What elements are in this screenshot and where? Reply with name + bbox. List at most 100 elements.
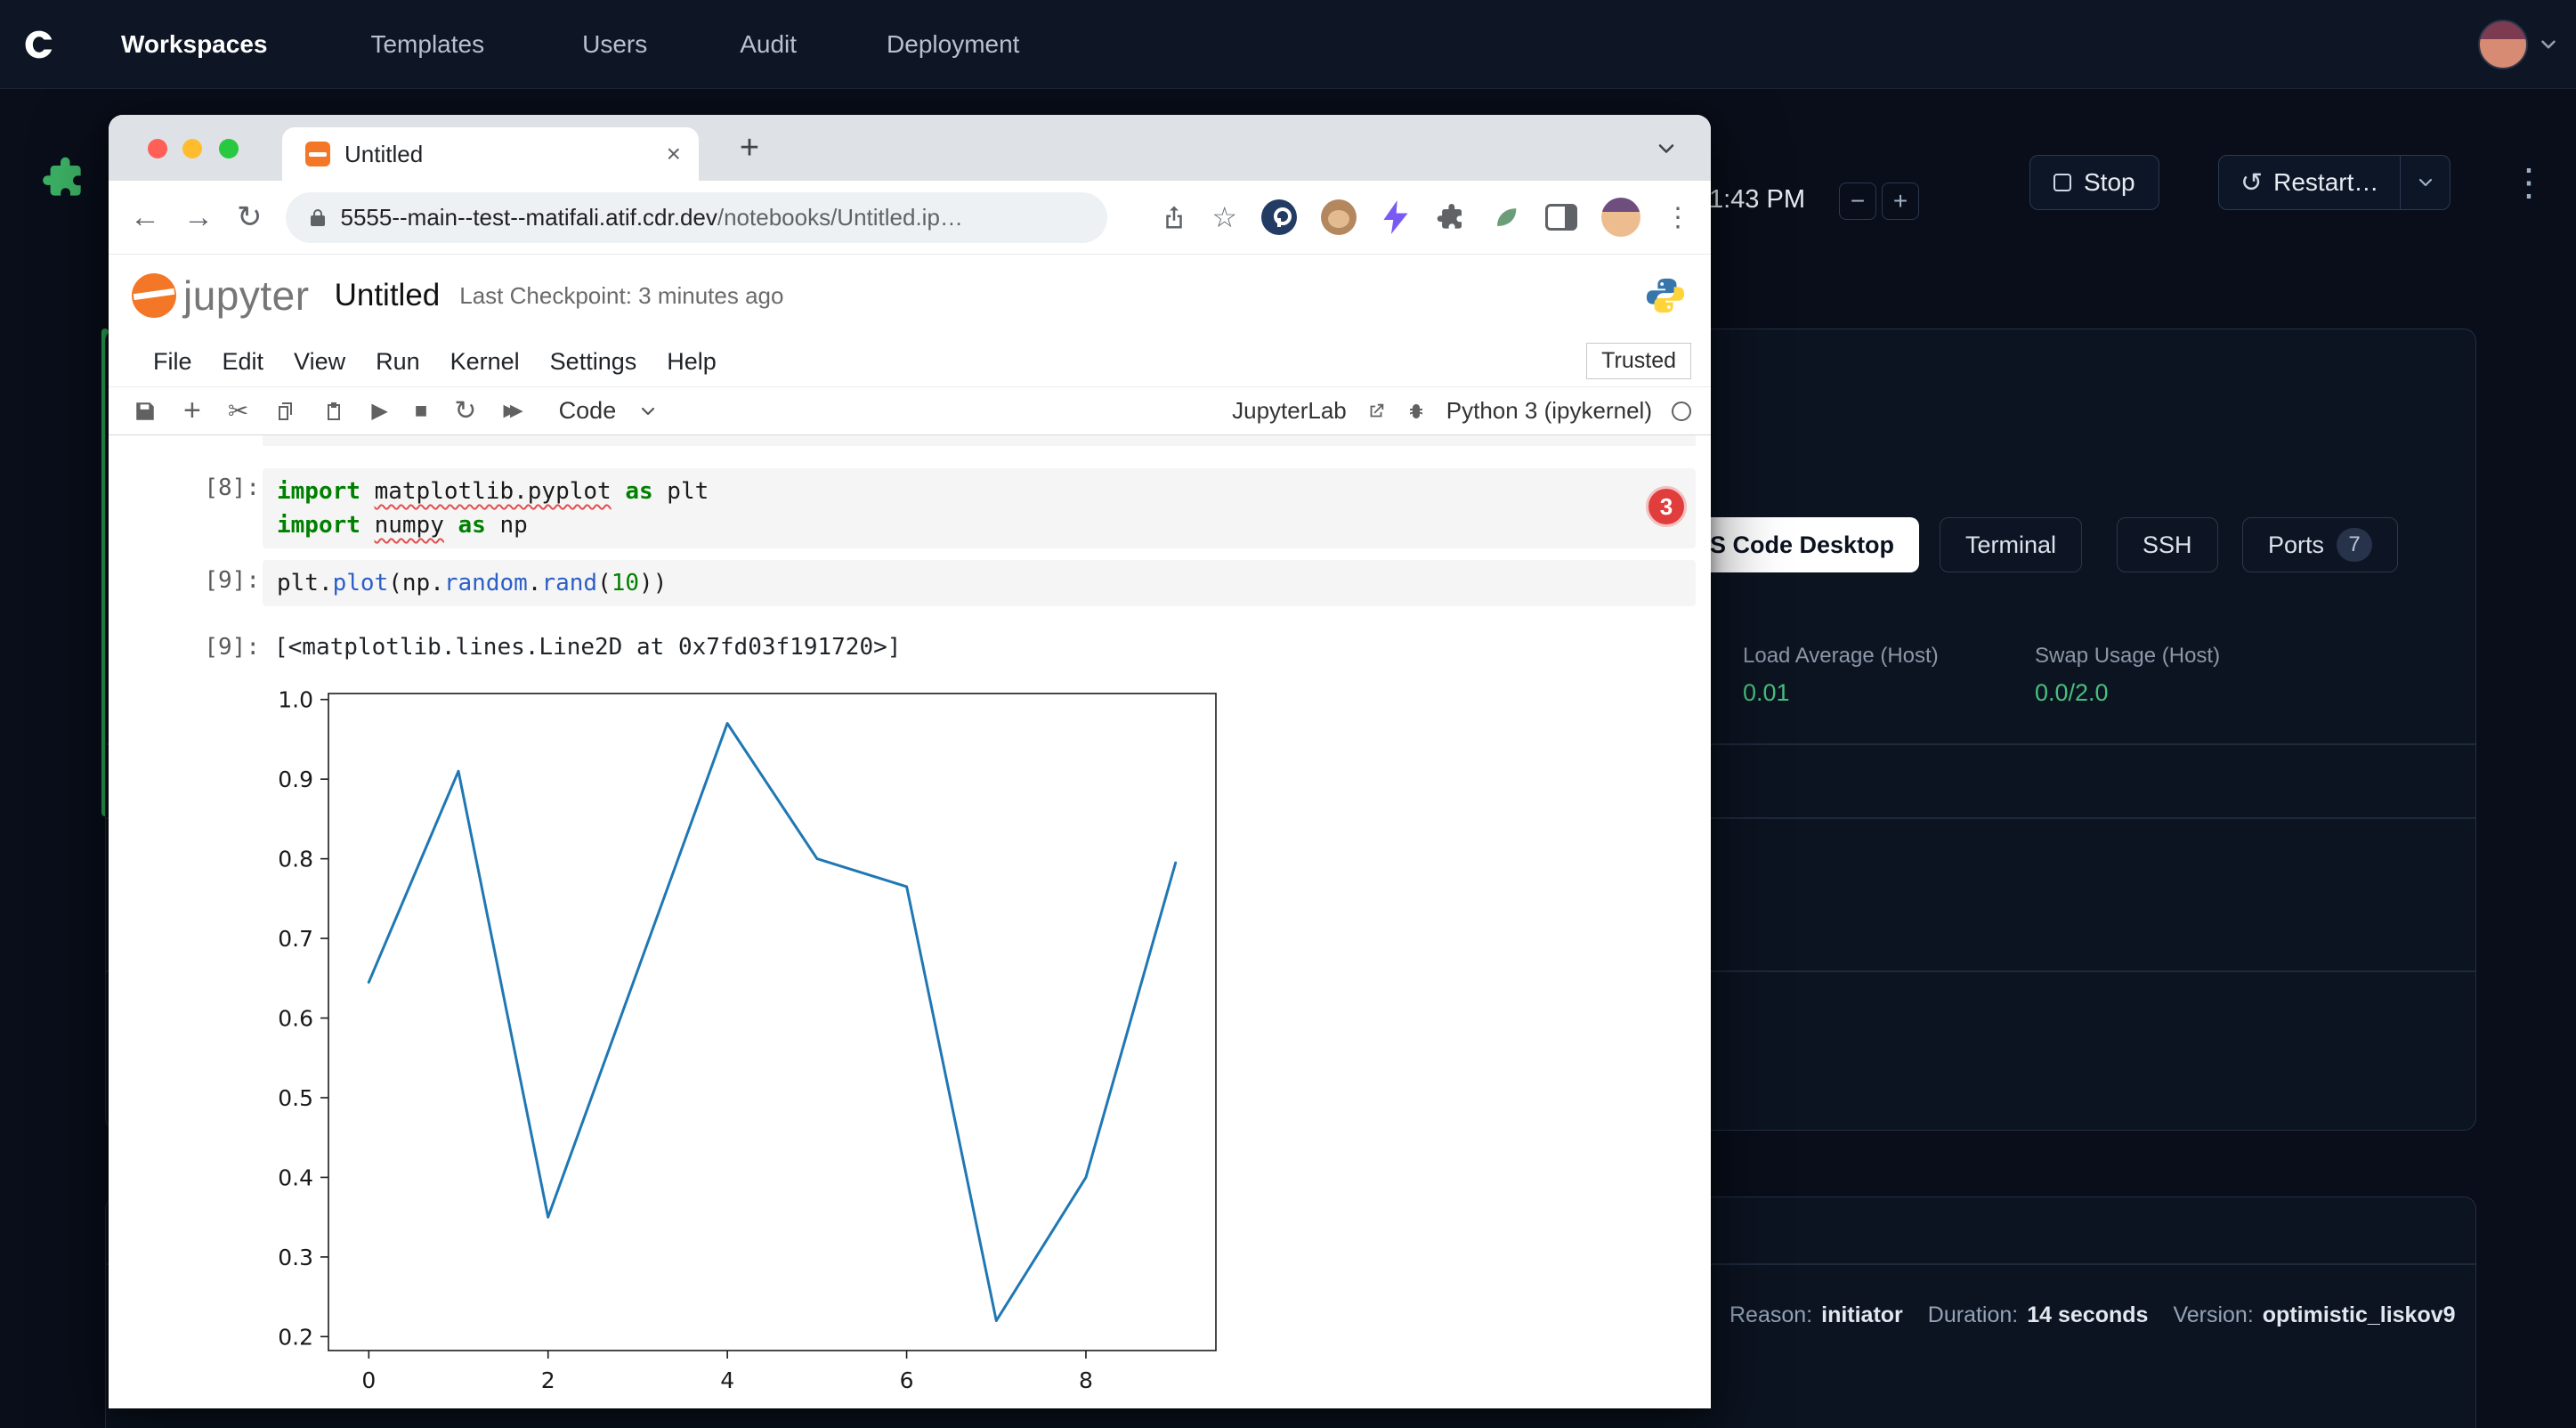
copy-cell-icon[interactable] <box>275 401 296 422</box>
svg-text:0.2: 0.2 <box>278 1324 313 1350</box>
stat-value: 0.0/2.0 <box>2035 679 2220 707</box>
decrease-time-button[interactable]: − <box>1839 183 1876 220</box>
cell-notification-badge[interactable]: 3 <box>1646 486 1687 527</box>
lightning-extension-icon[interactable] <box>1381 200 1411 234</box>
python-logo-icon <box>1645 275 1686 320</box>
input-prompt: [9]: <box>171 567 260 594</box>
primary-nav: Workspaces Templates Users Audit Deploym… <box>121 30 1019 59</box>
lock-icon <box>307 207 328 228</box>
run-cell-icon[interactable]: ▶ <box>371 398 387 424</box>
svg-text:0.5: 0.5 <box>278 1085 313 1111</box>
maximize-window-button[interactable] <box>219 139 239 158</box>
side-panel-icon[interactable] <box>1545 204 1577 231</box>
leaf-extension-icon[interactable] <box>1491 202 1521 232</box>
tab-search-chevron-icon[interactable] <box>1654 136 1679 166</box>
menu-view[interactable]: View <box>294 348 345 376</box>
input-prompt: [8]: <box>171 475 260 501</box>
stat-label: Swap Usage (Host) <box>2035 644 2220 669</box>
browser-profile-avatar[interactable] <box>1601 198 1640 237</box>
output-prompt: [9]: <box>171 634 260 661</box>
output-text: [<matplotlib.lines.Line2D at 0x7fd03f191… <box>274 634 901 661</box>
close-tab-icon[interactable]: × <box>667 140 681 168</box>
browser-tab[interactable]: Untitled × <box>282 127 699 181</box>
address-bar-row: ← → ↻ 5555--main--test--matifali.atif.cd… <box>109 181 1711 255</box>
nav-templates[interactable]: Templates <box>370 30 484 59</box>
tab-strip: Untitled × + <box>109 115 1711 181</box>
increase-time-button[interactable]: + <box>1882 183 1919 220</box>
reload-button[interactable]: ↻ <box>237 199 263 235</box>
ssh-button[interactable]: SSH <box>2117 517 2218 572</box>
jupyterlab-link[interactable]: JupyterLab <box>1232 397 1347 425</box>
bookmark-star-icon[interactable]: ☆ <box>1211 203 1237 231</box>
browser-menu-icon[interactable]: ⋮ <box>1665 202 1691 233</box>
code-cell-in8[interactable]: import matplotlib.pyplot as plt import n… <box>263 468 1696 548</box>
menu-file[interactable]: File <box>153 348 192 376</box>
monkey-extension-icon[interactable] <box>1321 199 1357 235</box>
back-button[interactable]: ← <box>130 200 160 235</box>
nav-deployment[interactable]: Deployment <box>887 30 1019 59</box>
clipped-cell <box>263 435 1696 446</box>
share-icon[interactable] <box>1161 204 1187 231</box>
stop-button[interactable]: Stop <box>2029 155 2159 210</box>
notebook-title[interactable]: Untitled <box>335 278 441 313</box>
code-line: import numpy as np <box>277 508 1681 542</box>
toolbar-right: JupyterLab Python 3 (ipykernel) <box>1232 397 1691 425</box>
extensions-puzzle-icon[interactable] <box>1435 201 1467 233</box>
tab-title: Untitled <box>344 141 667 168</box>
svg-text:4: 4 <box>720 1367 734 1393</box>
minimize-window-button[interactable] <box>182 139 202 158</box>
restart-dropdown-button[interactable] <box>2400 156 2450 209</box>
jupyter-planet-icon <box>132 273 176 318</box>
notebook-content: [8]: import matplotlib.pyplot as plt imp… <box>109 435 1711 1408</box>
run-all-icon[interactable]: ▶▶ <box>503 401 522 421</box>
onepassword-extension-icon[interactable] <box>1261 199 1297 235</box>
coder-logo-icon[interactable] <box>16 21 62 68</box>
jupyter-toolbar: + ✂ ▶ ■ ↻ ▶▶ Code JupyterLab Python 3 (i… <box>109 387 1711 435</box>
paste-cell-icon[interactable] <box>323 401 344 422</box>
nav-users[interactable]: Users <box>582 30 647 59</box>
restart-kernel-icon[interactable]: ↻ <box>454 395 476 426</box>
address-bar[interactable]: 5555--main--test--matifali.atif.cdr.dev/… <box>286 192 1107 243</box>
jupyter-favicon-icon <box>305 142 330 166</box>
new-tab-button[interactable]: + <box>732 130 767 166</box>
svg-text:0.6: 0.6 <box>278 1006 313 1032</box>
menu-settings[interactable]: Settings <box>550 348 637 376</box>
menu-run[interactable]: Run <box>376 348 420 376</box>
workspace-menu-button[interactable]: ⋮ <box>2510 164 2548 201</box>
cell-type-dropdown[interactable]: Code <box>559 397 660 425</box>
svg-text:1.0: 1.0 <box>278 687 313 713</box>
chevron-down-icon[interactable] <box>2537 33 2560 56</box>
forward-button[interactable]: → <box>183 200 214 235</box>
add-cell-icon[interactable]: + <box>183 394 201 428</box>
jupyter-logo[interactable]: jupyter <box>132 272 310 320</box>
terminal-button[interactable]: Terminal <box>1940 517 2082 572</box>
menu-help[interactable]: Help <box>667 348 717 376</box>
menu-kernel[interactable]: Kernel <box>450 348 520 376</box>
external-link-icon[interactable] <box>1366 402 1386 421</box>
restart-button[interactable]: ↺ Restart… <box>2219 156 2400 209</box>
code-line: import matplotlib.pyplot as plt <box>277 475 1681 508</box>
svg-text:0.7: 0.7 <box>278 926 313 952</box>
vscode-desktop-button[interactable]: VS Code Desktop <box>1674 517 1919 572</box>
menu-edit[interactable]: Edit <box>223 348 264 376</box>
user-avatar[interactable] <box>2478 20 2528 69</box>
clock-text: 11:43 PM <box>1697 185 1805 215</box>
ports-count-badge: 7 <box>2337 528 2372 562</box>
restart-label: Restart… <box>2273 168 2378 197</box>
restart-icon: ↺ <box>2240 167 2263 199</box>
trusted-button[interactable]: Trusted <box>1586 343 1691 379</box>
ports-button[interactable]: Ports 7 <box>2242 517 2398 572</box>
nav-audit[interactable]: Audit <box>740 30 797 59</box>
url-text: 5555--main--test--matifali.atif.cdr.dev/… <box>341 204 963 231</box>
nav-workspaces[interactable]: Workspaces <box>121 30 267 59</box>
restart-button-group: ↺ Restart… <box>2218 155 2450 210</box>
interrupt-kernel-icon[interactable]: ■ <box>415 399 428 424</box>
debugger-bug-icon[interactable] <box>1405 401 1427 422</box>
save-icon[interactable] <box>134 400 157 423</box>
build-reason: Reason: initiator <box>1729 1302 1903 1328</box>
svg-text:0.9: 0.9 <box>278 767 313 792</box>
close-window-button[interactable] <box>148 139 167 158</box>
cut-cell-icon[interactable]: ✂ <box>228 396 248 426</box>
kernel-name[interactable]: Python 3 (ipykernel) <box>1446 397 1652 425</box>
code-cell-in9[interactable]: plt.plot(np.random.rand(10)) <box>263 560 1696 606</box>
